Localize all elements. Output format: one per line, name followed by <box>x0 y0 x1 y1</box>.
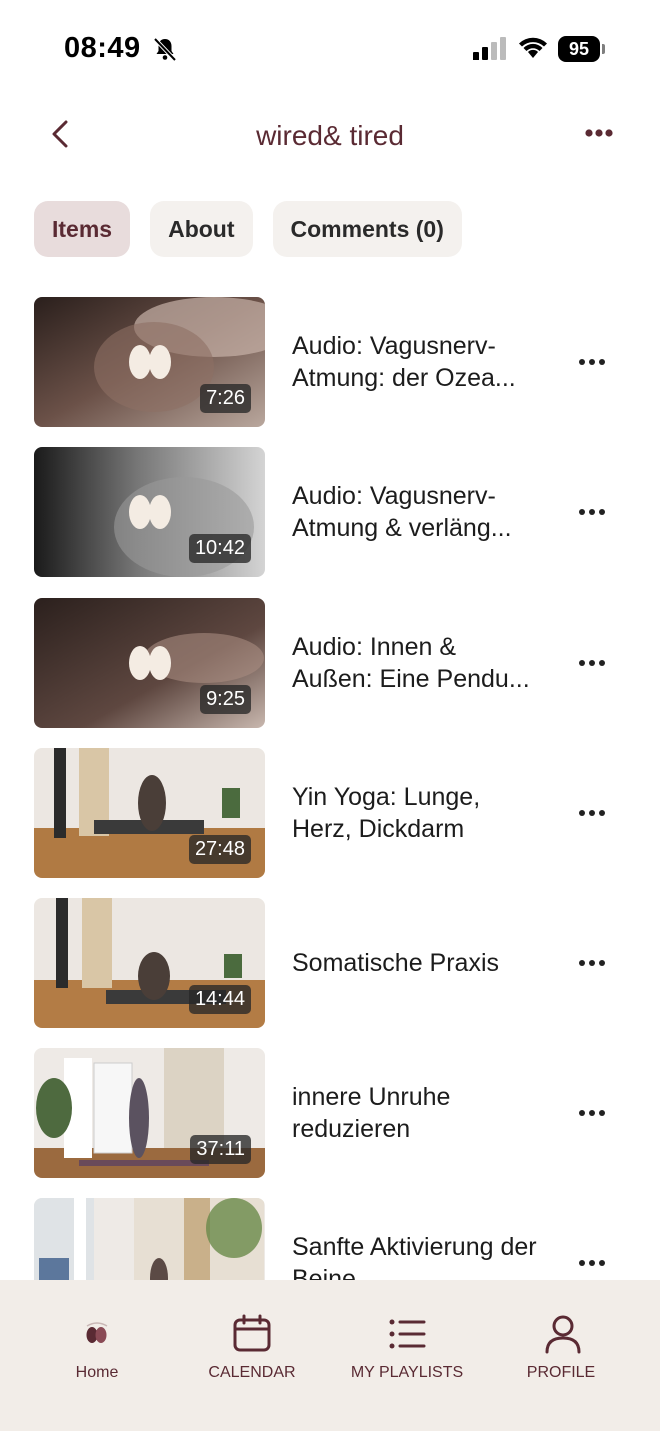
list-item[interactable]: 14:44 Somatische Praxis <box>0 898 660 1028</box>
item-more-icon[interactable] <box>576 651 608 675</box>
item-more-icon[interactable] <box>576 951 608 975</box>
video-thumbnail: 10:42 <box>34 447 265 577</box>
thumbnail-image <box>34 1198 265 1280</box>
nav-profile[interactable]: PROFILE <box>511 1280 611 1431</box>
duration-badge: 27:48 <box>188 835 251 864</box>
nav-label: CALENDAR <box>208 1364 296 1381</box>
wifi-icon <box>519 37 547 58</box>
tab-comments[interactable]: Comments (0) <box>272 201 462 257</box>
item-title: innere Unruhe reduzieren <box>292 1083 451 1143</box>
nav-my-playlists[interactable]: MY PLAYLISTS <box>347 1280 467 1431</box>
more-options-icon[interactable] <box>578 118 620 148</box>
nav-calendar[interactable]: CALENDAR <box>202 1280 302 1431</box>
bottom-nav: Home CALENDAR MY PLAYLISTS PROFILE <box>0 1280 660 1431</box>
bell-muted-icon <box>153 37 177 62</box>
item-title: Somatische Praxis <box>292 949 500 977</box>
items-list: 7:26 Audio: Vagusnerv-Atmung: der Ozea..… <box>0 297 660 1280</box>
duration-badge: 10:42 <box>188 534 251 563</box>
video-thumbnail: 9:25 <box>34 598 265 728</box>
item-title: Sanfte Aktivierung der Beine <box>292 1233 537 1280</box>
video-thumbnail <box>34 1198 265 1280</box>
tab-items[interactable]: Items <box>34 201 131 257</box>
nav-home[interactable]: Home <box>47 1280 147 1431</box>
brand-logo-icon <box>129 345 171 379</box>
duration-badge: 14:44 <box>188 985 251 1014</box>
duration-badge: 37:11 <box>190 1135 251 1164</box>
list-icon <box>389 1319 426 1349</box>
cellular-signal-icon <box>473 37 506 60</box>
duration-badge: 9:25 <box>200 685 251 714</box>
item-more-icon[interactable] <box>576 1251 608 1275</box>
item-title: Yin Yoga: Lunge, Herz, Dickdarm <box>292 783 481 843</box>
list-item[interactable]: 10:42 Audio: Vagusnerv-Atmung & verläng.… <box>0 447 660 577</box>
nav-label: PROFILE <box>526 1364 596 1381</box>
status-time: 08:49 <box>64 32 141 64</box>
page-title: wired& tired <box>256 120 404 151</box>
profile-icon <box>545 1315 581 1354</box>
status-bar: 08:49 95 <box>0 0 660 96</box>
item-title: Audio: Vagusnerv-Atmung & verläng... <box>292 482 512 542</box>
list-item[interactable]: 9:25 Audio: Innen & Außen: Eine Pendu... <box>0 598 660 728</box>
item-more-icon[interactable] <box>576 801 608 825</box>
video-thumbnail: 14:44 <box>34 898 265 1028</box>
list-item[interactable]: 7:26 Audio: Vagusnerv-Atmung: der Ozea..… <box>0 297 660 427</box>
item-more-icon[interactable] <box>576 350 608 374</box>
video-thumbnail: 37:11 <box>34 1048 265 1178</box>
tab-about[interactable]: About <box>150 201 253 257</box>
calendar-icon <box>233 1314 271 1352</box>
video-thumbnail: 27:48 <box>34 748 265 878</box>
item-title: Audio: Vagusnerv-Atmung: der Ozea... <box>292 332 516 392</box>
battery-level: 95 <box>558 36 600 62</box>
home-logo-icon <box>86 1322 108 1343</box>
list-item[interactable]: 27:48 Yin Yoga: Lunge, Herz, Dickdarm <box>0 748 660 878</box>
item-more-icon[interactable] <box>576 1101 608 1125</box>
header: wired& tired <box>0 96 660 180</box>
list-item[interactable]: Sanfte Aktivierung der Beine <box>0 1198 660 1280</box>
list-item[interactable]: 37:11 innere Unruhe reduzieren <box>0 1048 660 1178</box>
nav-label: Home <box>75 1364 119 1381</box>
battery-indicator: 95 <box>558 36 606 62</box>
tab-bar: Items About Comments (0) <box>34 201 462 257</box>
duration-badge: 7:26 <box>200 384 251 413</box>
battery-tip <box>602 44 605 54</box>
brand-logo-icon <box>129 646 171 680</box>
nav-label: MY PLAYLISTS <box>350 1364 464 1381</box>
item-title: Audio: Innen & Außen: Eine Pendu... <box>292 633 530 693</box>
video-thumbnail: 7:26 <box>34 297 265 427</box>
brand-logo-icon <box>129 495 171 529</box>
item-more-icon[interactable] <box>576 500 608 524</box>
